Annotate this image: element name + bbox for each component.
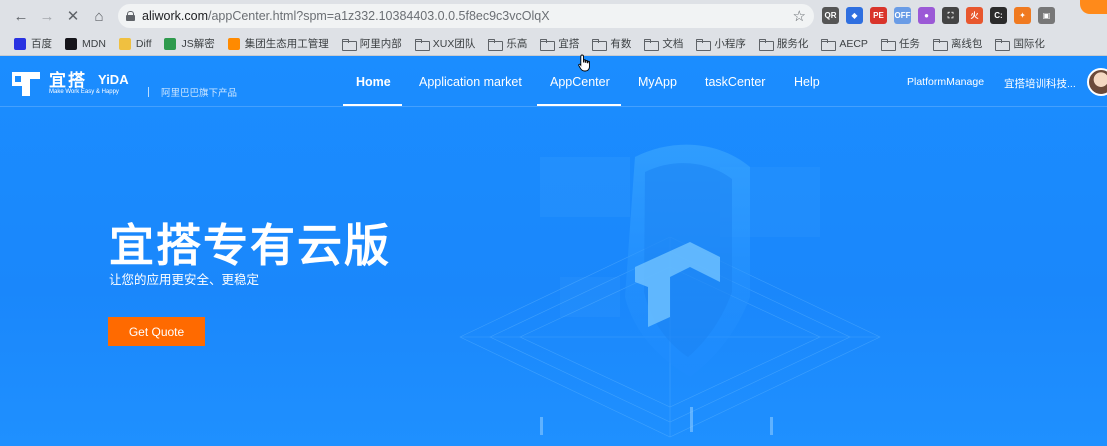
color-picker-extension-icon[interactable]: ●: [918, 7, 935, 24]
yida-page: 宜搭 YiDA Make Work Easy & Happy 阿里巴巴旗下产品 …: [0, 57, 1107, 446]
favicon-icon: [118, 37, 131, 50]
hand-cursor-icon: [578, 54, 590, 72]
folder-icon: [592, 38, 608, 51]
back-icon[interactable]: ←: [10, 5, 32, 27]
folder-icon: [758, 38, 774, 51]
bookmark-label: 服务化: [776, 38, 809, 50]
url-host: aliwork.com: [142, 9, 208, 23]
home-icon[interactable]: ⌂: [88, 5, 110, 27]
folder-icon: [414, 38, 430, 51]
bookmark-label: 有数: [610, 38, 632, 50]
capture-extension-icon[interactable]: ⛶: [942, 7, 959, 24]
hero-illustration: [459, 144, 881, 438]
nav-taskcenter[interactable]: taskCenter: [705, 75, 765, 89]
bookmark-label: 国际化: [1013, 38, 1045, 50]
bookmark-label: XUX团队: [432, 38, 476, 50]
bookmark-item[interactable]: AECP: [821, 37, 868, 51]
logo-cn-text: 宜搭: [49, 71, 87, 90]
puzzle-extension-icon[interactable]: ✦: [1014, 7, 1031, 24]
hero-title: 宜搭专有云版: [109, 220, 392, 271]
logo-divider: [148, 87, 149, 97]
bookmark-item[interactable]: 服务化: [758, 36, 809, 51]
bookmark-item[interactable]: 文档: [644, 36, 683, 51]
bookmark-item[interactable]: XUX团队: [414, 36, 476, 51]
platform-manage-link[interactable]: PlatformManage: [907, 76, 984, 88]
get-quote-button[interactable]: Get Quote: [108, 317, 205, 346]
nav-appcenter[interactable]: AppCenter: [550, 75, 610, 89]
folder-icon: [880, 38, 896, 51]
favicon-icon: [164, 37, 177, 50]
bookmark-item[interactable]: 任务: [880, 36, 920, 51]
folder-icon: [644, 38, 660, 51]
bookmark-item[interactable]: 乐高: [488, 36, 527, 51]
bookmark-label: 文档: [662, 38, 684, 50]
terminal-extension-icon[interactable]: C:: [990, 7, 1007, 24]
bookmark-label: 离线包: [950, 38, 983, 50]
pe-extension-icon[interactable]: PE: [870, 7, 887, 24]
nav-home[interactable]: Home: [356, 75, 391, 89]
nav-application-market[interactable]: Application market: [419, 75, 522, 89]
folder-icon: [488, 38, 504, 51]
bookmark-label: 小程序: [714, 38, 746, 50]
yida-logo-icon[interactable]: [11, 69, 41, 97]
bookmark-label: JS解密: [181, 38, 215, 50]
bookmark-item[interactable]: JS解密: [164, 36, 215, 51]
bookmark-label: MDN: [82, 37, 106, 50]
bookmark-item[interactable]: 有数: [592, 36, 631, 51]
url-path: /appCenter.html?spm=a1z332.10384403.0.0.…: [208, 9, 550, 23]
folder-icon: [995, 38, 1011, 51]
bookmark-item[interactable]: MDN: [65, 37, 106, 50]
bookmark-item[interactable]: 离线包: [932, 36, 983, 51]
bookmark-label: 宜搭: [558, 38, 580, 50]
lock-icon: [126, 11, 135, 21]
org-switcher[interactable]: 宜搭培训科技...: [1004, 76, 1076, 91]
bookmark-label: AECP: [839, 37, 868, 50]
bookmark-label: Diff: [135, 37, 152, 50]
nav-home-underline: [343, 104, 402, 106]
qr-extension-icon[interactable]: QR: [822, 7, 839, 24]
bookmark-item[interactable]: 小程序: [696, 36, 746, 51]
folder-icon: [341, 38, 357, 51]
nav-myapp[interactable]: MyApp: [638, 75, 677, 89]
stop-loading-icon[interactable]: ✕: [62, 5, 84, 27]
bookmark-label: 百度: [31, 38, 52, 50]
bookmark-item[interactable]: 百度: [14, 36, 52, 51]
bookmark-item[interactable]: 阿里内部: [341, 36, 402, 51]
address-bar[interactable]: aliwork.com/appCenter.html?spm=a1z332.10…: [118, 4, 814, 28]
folder-icon: [932, 38, 948, 51]
logo-slogan: Make Work Easy & Happy: [49, 89, 119, 95]
bookmark-item[interactable]: 宜搭: [540, 36, 579, 51]
favicon-icon: [65, 37, 77, 50]
layers-extension-icon[interactable]: ◆: [846, 7, 863, 24]
favicon-icon: [227, 37, 240, 50]
folder-icon: [696, 38, 712, 51]
bookmark-label: 乐高: [506, 38, 528, 50]
forward-icon[interactable]: →: [36, 5, 58, 27]
extensions-bar: QR ◆ PE OFF ● ⛶ 火 C: ✦ ▣: [822, 7, 1055, 24]
fire-extension-icon[interactable]: 火: [966, 7, 983, 24]
site-header: 宜搭 YiDA Make Work Easy & Happy 阿里巴巴旗下产品 …: [0, 57, 1107, 107]
notification-bubble-icon[interactable]: [1080, 0, 1107, 14]
bookmark-item[interactable]: 国际化: [995, 36, 1045, 51]
hero-subtitle: 让您的应用更安全、更稳定: [109, 273, 260, 287]
bookmark-item[interactable]: Diff: [118, 37, 152, 50]
avatar[interactable]: [1087, 68, 1107, 96]
bookmark-star-icon[interactable]: ☆: [793, 7, 806, 25]
bookmark-item[interactable]: 集团生态用工管理: [227, 36, 329, 51]
bookmark-label: 集团生态用工管理: [244, 38, 329, 50]
bookmark-label: 任务: [898, 38, 920, 50]
logo-tag: 阿里巴巴旗下产品: [161, 88, 238, 99]
nav-help[interactable]: Help: [794, 75, 820, 89]
gift-extension-icon[interactable]: ▣: [1038, 7, 1055, 24]
folder-icon: [540, 38, 556, 51]
logo-en-text: YiDA: [98, 72, 129, 87]
nav-appcenter-underline: [537, 104, 621, 106]
folder-icon: [821, 38, 837, 51]
favicon-icon: [14, 37, 26, 50]
bookmark-label: 阿里内部: [359, 38, 402, 50]
browser-toolbar: ← → ✕ ⌂ aliwork.com/appCenter.html?spm=a…: [0, 0, 1107, 32]
bookmarks-bar: 百度 MDN Diff JS解密 集团生态用工管理 阿里内部 XUX团队 乐高 宜搭 有数 文档 小程…: [0, 32, 1107, 56]
off-extension-icon[interactable]: OFF: [894, 7, 911, 24]
